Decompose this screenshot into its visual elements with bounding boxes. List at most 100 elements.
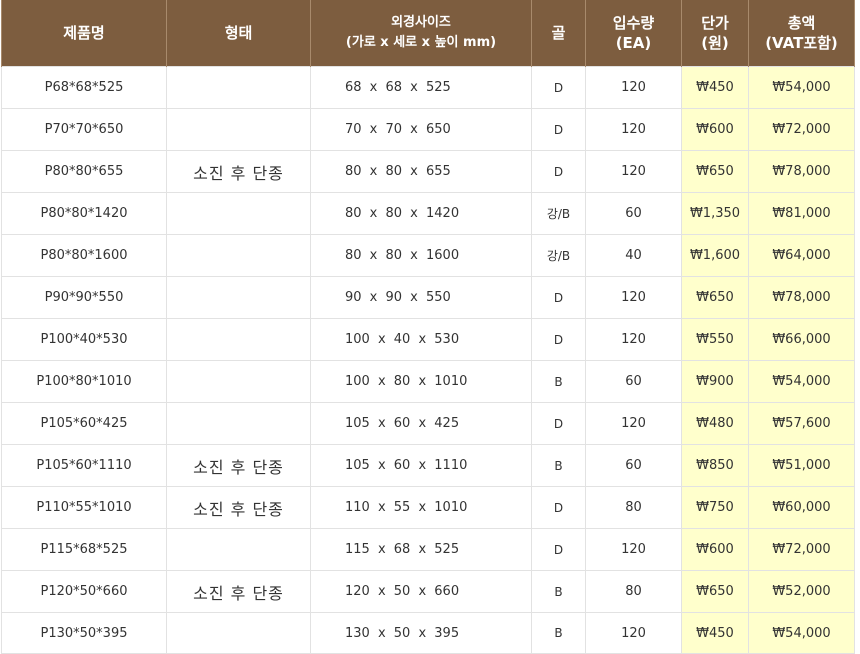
cell-flute: D bbox=[531, 318, 586, 361]
cell-form: 소진 후 단종 bbox=[166, 150, 311, 193]
cell-product: P130*50*395 bbox=[1, 612, 167, 654]
header-product: 제품명 bbox=[1, 0, 167, 67]
cell-qty: 120 bbox=[585, 108, 682, 151]
cell-price: ₩900 bbox=[681, 360, 749, 403]
cell-size: 105 x 60 x 425 bbox=[310, 402, 532, 445]
cell-flute: D bbox=[531, 150, 586, 193]
price-table: 제품명 형태 외경사이즈 (가로 x 세로 x 높이 mm) 골 입수량 (EA… bbox=[1, 0, 855, 654]
cell-flute: D bbox=[531, 66, 586, 109]
table-row: P115*68*525 115 x 68 x 525 D 120 ₩600 ₩7… bbox=[1, 528, 855, 571]
cell-total: ₩64,000 bbox=[748, 234, 855, 277]
cell-product: P90*90*550 bbox=[1, 276, 167, 319]
cell-flute: B bbox=[531, 570, 586, 613]
cell-flute: 강/B bbox=[531, 234, 586, 277]
cell-form: 소진 후 단종 bbox=[166, 570, 311, 613]
cell-qty: 40 bbox=[585, 234, 682, 277]
header-row: 제품명 형태 외경사이즈 (가로 x 세로 x 높이 mm) 골 입수량 (EA… bbox=[1, 0, 855, 67]
header-qty-title: 입수량 bbox=[612, 14, 655, 32]
header-size: 외경사이즈 (가로 x 세로 x 높이 mm) bbox=[310, 0, 532, 67]
cell-qty: 60 bbox=[585, 192, 682, 235]
table-row: P100*40*530 100 x 40 x 530 D 120 ₩550 ₩6… bbox=[1, 318, 855, 361]
cell-form bbox=[166, 276, 311, 319]
cell-form bbox=[166, 234, 311, 277]
cell-price: ₩650 bbox=[681, 570, 749, 613]
cell-size: 105 x 60 x 1110 bbox=[310, 444, 532, 487]
cell-flute: 강/B bbox=[531, 192, 586, 235]
cell-product: P100*40*530 bbox=[1, 318, 167, 361]
cell-qty: 120 bbox=[585, 150, 682, 193]
cell-size: 100 x 40 x 530 bbox=[310, 318, 532, 361]
cell-flute: D bbox=[531, 108, 586, 151]
header-qty: 입수량 (EA) bbox=[585, 0, 682, 67]
cell-qty: 120 bbox=[585, 402, 682, 445]
cell-qty: 60 bbox=[585, 360, 682, 403]
header-price: 단가 (원) bbox=[681, 0, 749, 67]
cell-price: ₩600 bbox=[681, 528, 749, 571]
cell-price: ₩450 bbox=[681, 66, 749, 109]
cell-form bbox=[166, 66, 311, 109]
header-qty-unit: (EA) bbox=[615, 34, 652, 52]
cell-form bbox=[166, 108, 311, 151]
cell-qty: 80 bbox=[585, 570, 682, 613]
cell-total: ₩52,000 bbox=[748, 570, 855, 613]
cell-flute: B bbox=[531, 444, 586, 487]
cell-flute: B bbox=[531, 360, 586, 403]
cell-price: ₩550 bbox=[681, 318, 749, 361]
table-row: P80*80*1420 80 x 80 x 1420 강/B 60 ₩1,350… bbox=[1, 192, 855, 235]
cell-form bbox=[166, 192, 311, 235]
cell-size: 110 x 55 x 1010 bbox=[310, 486, 532, 529]
cell-product: P120*50*660 bbox=[1, 570, 167, 613]
cell-total: ₩72,000 bbox=[748, 108, 855, 151]
cell-total: ₩66,000 bbox=[748, 318, 855, 361]
cell-price: ₩1,350 bbox=[681, 192, 749, 235]
cell-total: ₩54,000 bbox=[748, 360, 855, 403]
cell-size: 80 x 80 x 655 bbox=[310, 150, 532, 193]
header-total: 총액 (VAT포함) bbox=[748, 0, 855, 67]
cell-product: P115*68*525 bbox=[1, 528, 167, 571]
cell-price: ₩480 bbox=[681, 402, 749, 445]
cell-qty: 60 bbox=[585, 444, 682, 487]
cell-product: P80*80*1600 bbox=[1, 234, 167, 277]
cell-form: 소진 후 단종 bbox=[166, 444, 311, 487]
cell-product: P80*80*1420 bbox=[1, 192, 167, 235]
cell-price: ₩650 bbox=[681, 150, 749, 193]
table-row: P105*60*425 105 x 60 x 425 D 120 ₩480 ₩5… bbox=[1, 402, 855, 445]
cell-product: P105*60*1110 bbox=[1, 444, 167, 487]
cell-product: P80*80*655 bbox=[1, 150, 167, 193]
table-row: P105*60*1110 소진 후 단종 105 x 60 x 1110 B 6… bbox=[1, 444, 855, 487]
cell-qty: 120 bbox=[585, 66, 682, 109]
cell-size: 80 x 80 x 1420 bbox=[310, 192, 532, 235]
cell-form: 소진 후 단종 bbox=[166, 486, 311, 529]
cell-flute: D bbox=[531, 402, 586, 445]
cell-total: ₩51,000 bbox=[748, 444, 855, 487]
cell-price: ₩1,600 bbox=[681, 234, 749, 277]
table-row: P130*50*395 130 x 50 x 395 B 120 ₩450 ₩5… bbox=[1, 612, 855, 654]
table-row: P68*68*525 68 x 68 x 525 D 120 ₩450 ₩54,… bbox=[1, 66, 855, 109]
cell-size: 130 x 50 x 395 bbox=[310, 612, 532, 654]
cell-size: 80 x 80 x 1600 bbox=[310, 234, 532, 277]
header-flute: 골 bbox=[531, 0, 586, 67]
cell-price: ₩750 bbox=[681, 486, 749, 529]
table-row: P110*55*1010 소진 후 단종 110 x 55 x 1010 D 8… bbox=[1, 486, 855, 529]
cell-total: ₩54,000 bbox=[748, 612, 855, 654]
cell-total: ₩60,000 bbox=[748, 486, 855, 529]
cell-total: ₩78,000 bbox=[748, 276, 855, 319]
cell-form bbox=[166, 612, 311, 654]
cell-product: P68*68*525 bbox=[1, 66, 167, 109]
header-total-title: 총액 bbox=[787, 14, 816, 32]
table-row: P90*90*550 90 x 90 x 550 D 120 ₩650 ₩78,… bbox=[1, 276, 855, 319]
cell-product: P105*60*425 bbox=[1, 402, 167, 445]
cell-flute: B bbox=[531, 612, 586, 654]
cell-total: ₩72,000 bbox=[748, 528, 855, 571]
cell-total: ₩57,600 bbox=[748, 402, 855, 445]
cell-size: 100 x 80 x 1010 bbox=[310, 360, 532, 403]
cell-flute: D bbox=[531, 276, 586, 319]
table-row: P100*80*1010 100 x 80 x 1010 B 60 ₩900 ₩… bbox=[1, 360, 855, 403]
cell-product: P110*55*1010 bbox=[1, 486, 167, 529]
header-form: 형태 bbox=[166, 0, 311, 67]
cell-size: 90 x 90 x 550 bbox=[310, 276, 532, 319]
header-size-unit: (가로 x 세로 x 높이 mm) bbox=[345, 35, 497, 50]
cell-qty: 120 bbox=[585, 612, 682, 654]
cell-form bbox=[166, 402, 311, 445]
cell-qty: 120 bbox=[585, 528, 682, 571]
